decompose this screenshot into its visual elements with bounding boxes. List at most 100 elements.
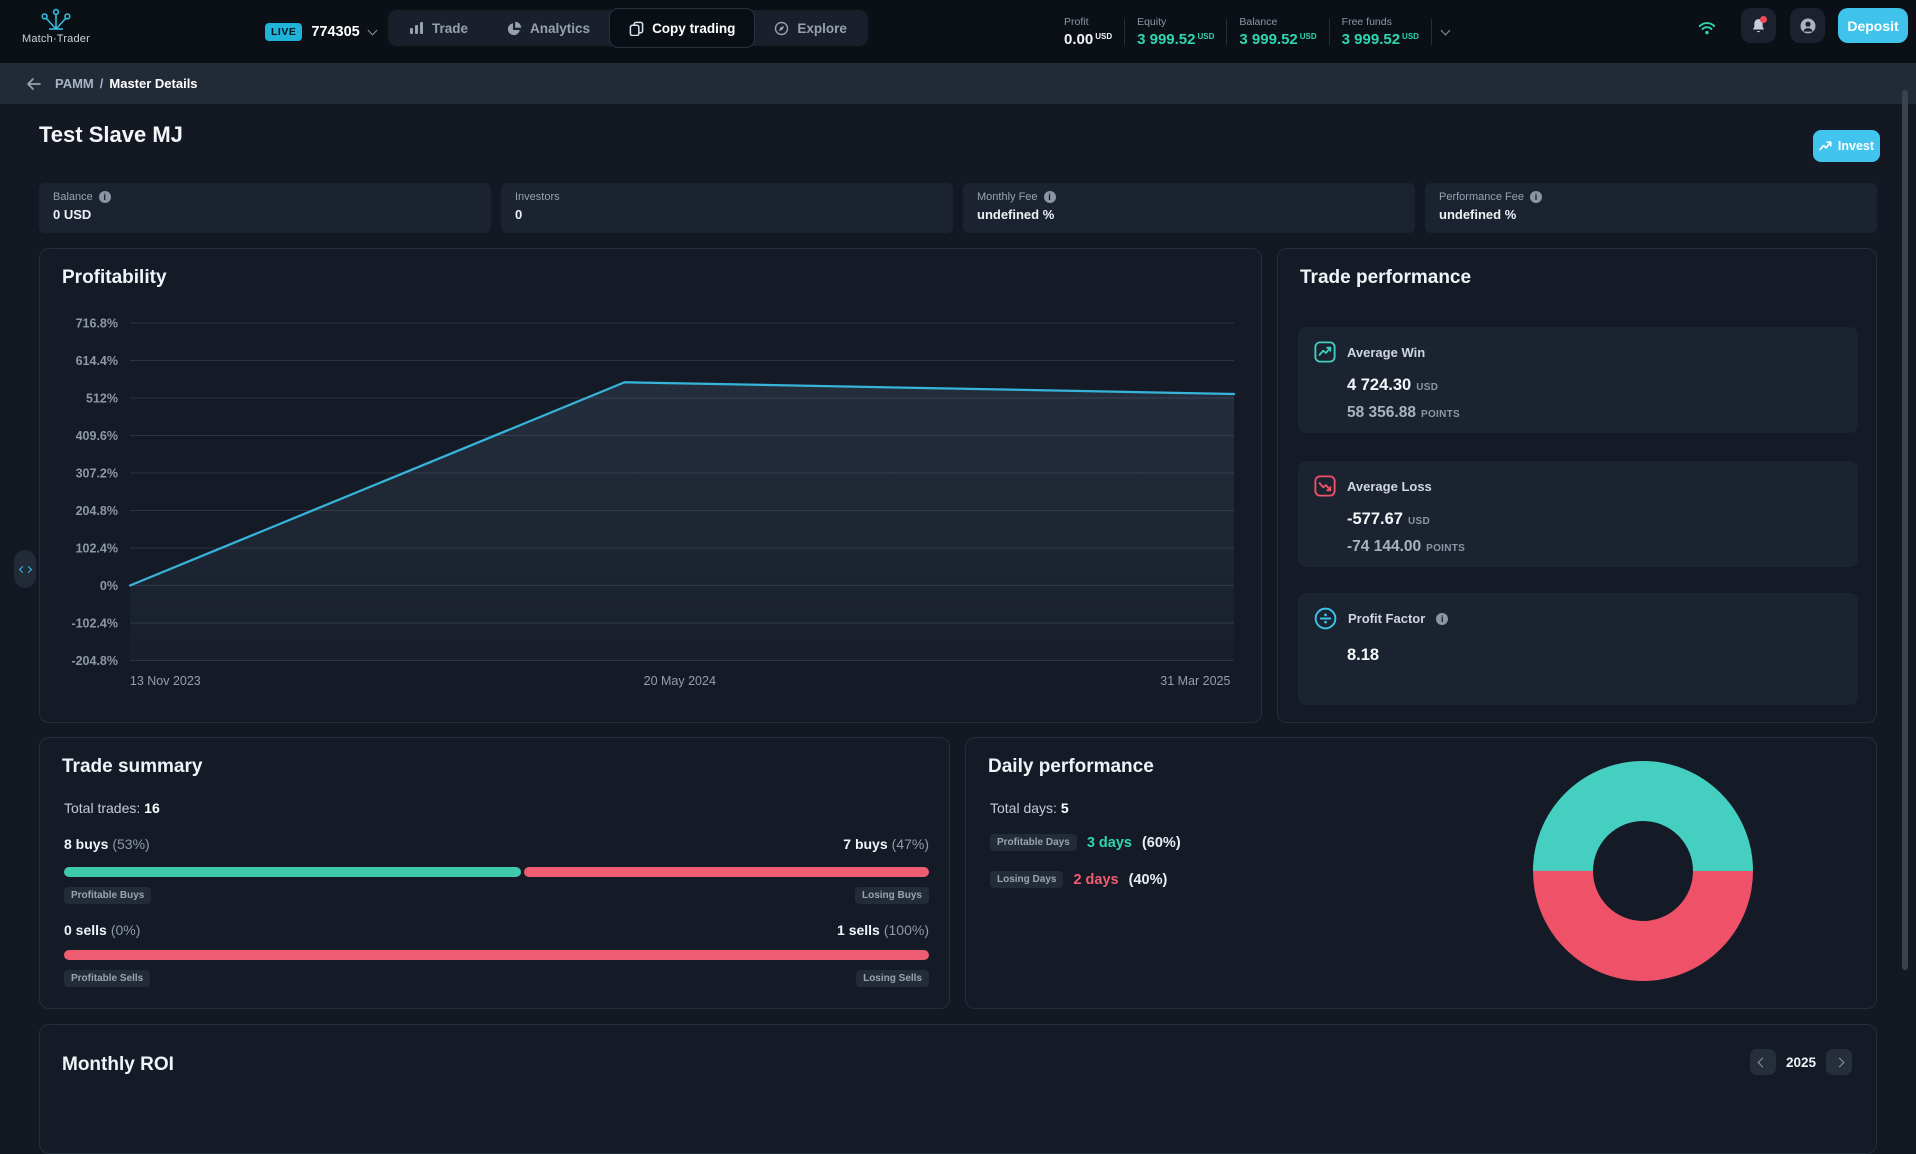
average-loss-points: -74 144.00: [1347, 538, 1421, 556]
stat-label: Balance: [53, 191, 93, 203]
metric-value: 3 999.52: [1137, 31, 1195, 48]
stat-label: Performance Fee: [1439, 191, 1524, 203]
year-pager: 2025: [1750, 1049, 1852, 1075]
deposit-button[interactable]: Deposit: [1838, 8, 1908, 43]
metric-value: 0.00: [1064, 31, 1093, 48]
next-year-button[interactable]: [1826, 1049, 1852, 1075]
losing-buys-bar: [524, 867, 929, 877]
metric-value: 3 999.52: [1239, 31, 1297, 48]
notifications-button[interactable]: [1741, 8, 1776, 43]
back-arrow-icon[interactable]: [25, 76, 42, 92]
breadcrumb: PAMM / Master Details: [0, 63, 1916, 104]
card-label: Average Win: [1347, 345, 1425, 360]
average-loss-card: Average Loss -577.67USD -74 144.00POINTS: [1298, 461, 1858, 567]
profitability-line-chart: 716.8%614.4%512%409.6%307.2%204.8%102.4%…: [58, 309, 1243, 694]
profitable-buys-tag: Profitable Buys: [64, 887, 151, 904]
compass-icon: [774, 21, 789, 36]
stat-label: Investors: [515, 191, 560, 203]
sells-labels-row: 0 sells(0%) 1 sells(100%): [64, 922, 929, 938]
svg-text:31 Mar 2025: 31 Mar 2025: [1160, 674, 1230, 688]
tab-explore[interactable]: Explore: [755, 10, 866, 46]
notification-dot: [1760, 16, 1767, 23]
profitable-buys-bar: [64, 867, 521, 877]
profitable-days-value: 3 days: [1087, 835, 1132, 851]
svg-text:409.6%: 409.6%: [76, 429, 118, 443]
svg-text:0%: 0%: [100, 579, 118, 593]
metric-currency: USD: [1300, 32, 1317, 41]
svg-text:102.4%: 102.4%: [76, 542, 118, 556]
stat-value: undefined %: [1439, 207, 1863, 222]
metric-value: 3 999.52: [1342, 31, 1400, 48]
trend-down-box-icon: [1314, 475, 1336, 497]
info-icon[interactable]: [1530, 191, 1542, 203]
total-days: Total days: 5: [990, 800, 1069, 816]
profitable-days-pct: (60%): [1142, 835, 1181, 851]
avatar-icon: [1799, 17, 1817, 35]
svg-text:13 Nov 2023: 13 Nov 2023: [130, 674, 201, 688]
account-id: 774305: [311, 24, 359, 40]
sells-ratio-bar: [64, 950, 929, 960]
brand-name: Match·Trader: [22, 33, 90, 45]
stat-card-balance: Balance 0 USD: [39, 183, 491, 233]
account-selector[interactable]: LIVE 774305: [265, 0, 376, 63]
profit-factor-value: 8.18: [1347, 646, 1379, 665]
losing-days-pct: (40%): [1129, 872, 1168, 888]
card-label: Average Loss: [1347, 479, 1432, 494]
profitable-days-row: Profitable Days 3 days (60%): [990, 834, 1181, 851]
metric-currency: USD: [1095, 32, 1112, 41]
vertical-scrollbar-thumb[interactable]: [1902, 90, 1908, 970]
average-win-points: 58 356.88: [1347, 404, 1416, 422]
invest-button[interactable]: Invest: [1813, 130, 1880, 162]
profitability-panel: Profitability 716.8%614.4%512%409.6%307.…: [39, 248, 1262, 723]
monthly-roi-panel: Monthly ROI 2025: [39, 1024, 1877, 1154]
trend-up-box-icon: [1314, 341, 1336, 363]
profitable-sells-tag: Profitable Sells: [64, 970, 150, 987]
svg-text:614.4%: 614.4%: [76, 354, 118, 368]
metric-balance: Balance 3 999.52USD: [1227, 16, 1328, 48]
metric-free-funds: Free funds 3 999.52USD: [1330, 16, 1431, 48]
profile-button[interactable]: [1790, 8, 1825, 43]
losing-days-tag: Losing Days: [990, 871, 1063, 888]
card-label: Profit Factor: [1348, 611, 1425, 626]
brand-logo[interactable]: Match·Trader: [18, 5, 94, 45]
match-trader-logo-icon: [36, 5, 76, 31]
tab-analytics[interactable]: Analytics: [487, 10, 609, 46]
page-title: Test Slave MJ: [39, 122, 183, 148]
tab-label: Trade: [432, 21, 468, 36]
svg-text:307.2%: 307.2%: [76, 467, 118, 481]
losing-days-value: 2 days: [1073, 872, 1118, 888]
profitable-days-tag: Profitable Days: [990, 834, 1077, 851]
main-tabs: Trade Analytics Copy trading Explore: [388, 10, 868, 46]
metrics-expand-chevron-icon[interactable]: [1440, 25, 1450, 35]
average-win-usd: 4 724.30: [1347, 376, 1411, 395]
losing-sells-tag: Losing Sells: [856, 970, 929, 987]
chevron-left-icon: [1758, 1057, 1768, 1067]
losing-buys-tag: Losing Buys: [855, 887, 929, 904]
info-icon[interactable]: [99, 191, 111, 203]
bar-chart-icon: [409, 21, 424, 35]
copy-icon: [629, 21, 644, 36]
tab-trade[interactable]: Trade: [390, 10, 487, 46]
pie-chart-icon: [506, 21, 522, 36]
svg-text:716.8%: 716.8%: [76, 317, 118, 331]
chevron-right-icon: [24, 565, 31, 572]
breadcrumb-root[interactable]: PAMM: [55, 76, 94, 91]
sells-tags-row: Profitable Sells Losing Sells: [64, 970, 929, 987]
tab-copy-trading[interactable]: Copy trading: [609, 8, 755, 48]
breadcrumb-separator: /: [100, 76, 104, 91]
chevron-down-icon: [367, 25, 377, 35]
metric-label: Profit: [1064, 16, 1112, 28]
metric-currency: USD: [1197, 32, 1214, 41]
side-panel-toggle[interactable]: [14, 550, 36, 588]
panel-title: Profitability: [62, 267, 167, 289]
svg-text:-102.4%: -102.4%: [71, 617, 118, 631]
metric-profit: Profit 0.00USD: [1052, 16, 1124, 48]
info-icon[interactable]: [1436, 613, 1448, 625]
breadcrumb-current: Master Details: [109, 76, 197, 91]
stat-card-monthly-fee: Monthly Fee undefined %: [963, 183, 1415, 233]
divide-circle-icon: [1314, 607, 1337, 630]
year-label: 2025: [1786, 1055, 1816, 1070]
info-icon[interactable]: [1044, 191, 1056, 203]
svg-text:204.8%: 204.8%: [76, 504, 118, 518]
previous-year-button[interactable]: [1750, 1049, 1776, 1075]
